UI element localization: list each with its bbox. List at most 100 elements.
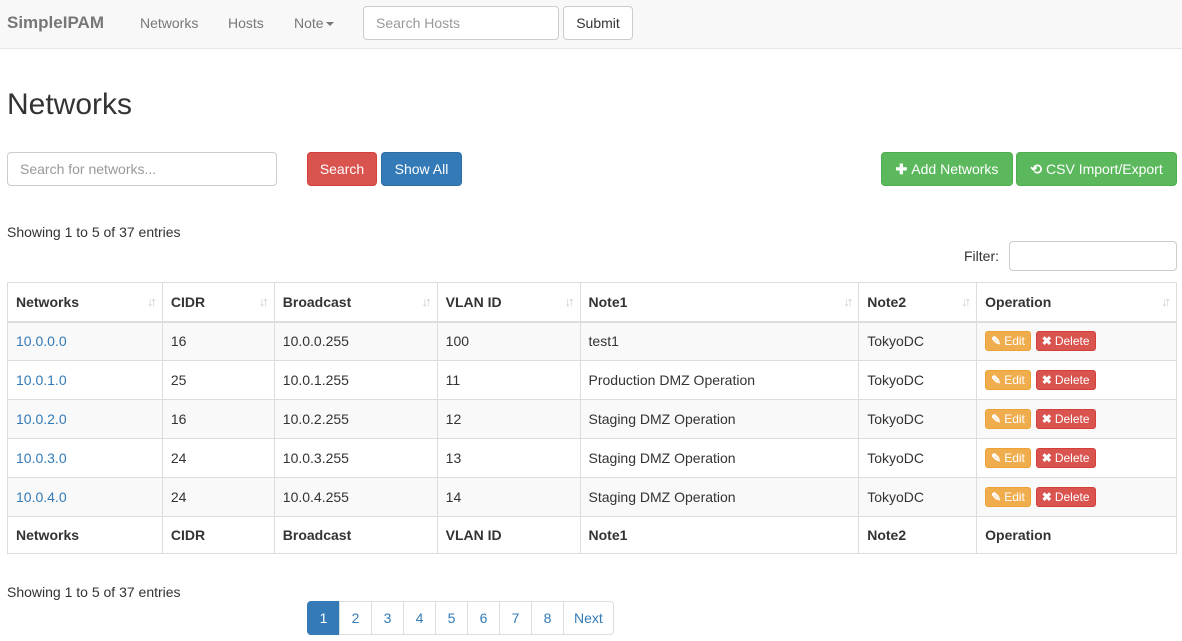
col-footer-networks: Networks — [7, 516, 163, 554]
plus-icon: ✚ — [895, 160, 908, 177]
nav-link-hosts[interactable]: Hosts — [228, 15, 264, 31]
next-page-button[interactable]: Next — [563, 601, 614, 635]
note2-cell: TokyoDC — [858, 360, 978, 400]
col-header-cidr[interactable]: CIDR ↓↑ — [161, 282, 275, 323]
broadcast-cell: 10.0.0.255 — [273, 321, 438, 361]
col-header-networks[interactable]: Networks ↓↑ — [7, 282, 163, 323]
vlan-cell: 100 — [436, 321, 581, 361]
refresh-icon: ⟲ — [1030, 160, 1043, 177]
delete-button[interactable]: ✖ Delete — [1035, 370, 1096, 390]
table-footer-row: Networks CIDR Broadcast VLAN ID Note1 No… — [7, 516, 1177, 554]
show-all-button[interactable]: Show All — [381, 152, 462, 186]
table-row: 10.0.2.0 16 10.0.2.255 12 Staging DMZ Op… — [7, 399, 1177, 439]
note1-cell: test1 — [579, 321, 860, 361]
table-row: 10.0.3.0 24 10.0.3.255 13 Staging DMZ Op… — [7, 438, 1177, 478]
table-row: 10.0.1.0 25 10.0.1.255 11 Production DMZ… — [7, 360, 1177, 400]
network-link[interactable]: 10.0.3.0 — [16, 450, 67, 466]
broadcast-cell: 10.0.1.255 — [273, 360, 438, 400]
csv-import-export-button[interactable]: ⟲ CSV Import/Export — [1016, 152, 1177, 186]
broadcast-cell: 10.0.4.255 — [273, 477, 438, 517]
broadcast-cell: 10.0.3.255 — [273, 438, 438, 478]
note1-cell: Production DMZ Operation — [579, 360, 860, 400]
add-networks-button[interactable]: ✚ Add Networks — [881, 152, 1013, 186]
operation-cell: ✎ Edit ✖ Delete — [976, 360, 1177, 400]
cidr-cell: 16 — [161, 399, 275, 439]
pencil-icon: ✎ — [991, 334, 1002, 349]
x-icon: ✖ — [1041, 334, 1052, 349]
page-1-button[interactable]: 1 — [307, 601, 340, 635]
page-title: Networks — [7, 88, 133, 121]
col-header-note1[interactable]: Note1 ↓↑ — [579, 282, 860, 323]
nav-link-networks[interactable]: Networks — [140, 15, 198, 31]
delete-button[interactable]: ✖ Delete — [1035, 448, 1096, 468]
col-header-operation[interactable]: Operation ↓↑ — [976, 282, 1177, 323]
pencil-icon: ✎ — [991, 412, 1002, 426]
caret-down-icon — [325, 22, 334, 27]
filter-input[interactable] — [1009, 241, 1177, 271]
delete-button[interactable]: ✖ Delete — [1035, 331, 1096, 352]
network-link[interactable]: 10.0.0.0 — [16, 333, 67, 349]
sort-icon: ↓↑ — [843, 294, 853, 309]
pencil-icon: ✎ — [991, 373, 1002, 387]
delete-button[interactable]: ✖ Delete — [1035, 487, 1096, 507]
edit-button[interactable]: ✎ Edit — [985, 370, 1031, 390]
edit-button[interactable]: ✎ Edit — [985, 409, 1031, 429]
submit-button[interactable]: Submit — [563, 6, 633, 40]
page-6-button[interactable]: 6 — [467, 601, 500, 635]
brand-logo[interactable]: SimpleIPAM — [7, 13, 104, 33]
x-icon: ✖ — [1041, 412, 1052, 426]
cidr-cell: 16 — [161, 321, 275, 361]
sort-icon: ↓↑ — [961, 294, 971, 309]
col-header-note2[interactable]: Note2 ↓↑ — [858, 282, 978, 323]
page-4-button[interactable]: 4 — [403, 601, 436, 635]
navbar: SimpleIPAM Networks Hosts Note Submit — [0, 0, 1182, 49]
cidr-cell: 25 — [161, 360, 275, 400]
entries-info-bottom: Showing 1 to 5 of 37 entries — [7, 584, 181, 600]
sort-icon: ↓↑ — [146, 294, 157, 309]
pagination: 1 2 3 4 5 6 7 8 Next — [307, 601, 614, 635]
sort-icon: ↓↑ — [564, 294, 575, 309]
page-5-button[interactable]: 5 — [435, 601, 468, 635]
vlan-cell: 13 — [436, 438, 581, 478]
broadcast-cell: 10.0.2.255 — [273, 399, 438, 439]
network-link[interactable]: 10.0.1.0 — [16, 372, 67, 388]
col-footer-note1: Note1 — [579, 516, 860, 554]
nav-note-label: Note — [294, 15, 324, 31]
col-footer-cidr: CIDR — [161, 516, 275, 554]
note1-cell: Staging DMZ Operation — [579, 477, 860, 517]
table-row: 10.0.0.0 16 10.0.0.255 100 test1 TokyoDC… — [7, 321, 1177, 361]
search-button[interactable]: Search — [307, 152, 377, 186]
x-icon: ✖ — [1041, 490, 1052, 504]
sort-icon: ↓↑ — [421, 294, 432, 309]
note2-cell: TokyoDC — [858, 438, 978, 478]
edit-button[interactable]: ✎ Edit — [985, 331, 1031, 352]
delete-button[interactable]: ✖ Delete — [1035, 409, 1096, 429]
networks-table: Networks ↓↑ CIDR ↓↑ Broadcast ↓↑ VLAN ID ↓↑ … — [7, 282, 1177, 554]
page-2-button[interactable]: 2 — [339, 601, 372, 635]
page-7-button[interactable]: 7 — [499, 601, 532, 635]
col-header-broadcast[interactable]: Broadcast ↓↑ — [273, 282, 438, 323]
page-3-button[interactable]: 3 — [371, 601, 404, 635]
sort-icon: ↓↑ — [1161, 294, 1171, 309]
col-footer-note2: Note2 — [858, 516, 978, 554]
host-search-input[interactable] — [363, 6, 559, 40]
col-header-vlan[interactable]: VLAN ID ↓↑ — [436, 282, 581, 323]
x-icon: ✖ — [1041, 373, 1052, 387]
network-search-input[interactable] — [7, 152, 277, 186]
filter-label: Filter: — [964, 248, 999, 264]
nav-dropdown-note[interactable]: Note — [294, 15, 334, 31]
edit-button[interactable]: ✎ Edit — [985, 448, 1031, 468]
sort-icon: ↓↑ — [258, 294, 269, 309]
note2-cell: TokyoDC — [858, 321, 978, 361]
col-footer-operation: Operation — [976, 516, 1177, 554]
network-link[interactable]: 10.0.2.0 — [16, 411, 67, 427]
col-footer-vlan: VLAN ID — [436, 516, 581, 554]
add-networks-label: Add Networks — [911, 161, 999, 177]
network-link[interactable]: 10.0.4.0 — [16, 489, 67, 505]
page-8-button[interactable]: 8 — [531, 601, 564, 635]
vlan-cell: 11 — [436, 360, 581, 400]
vlan-cell: 14 — [436, 477, 581, 517]
pencil-icon: ✎ — [991, 451, 1002, 465]
edit-button[interactable]: ✎ Edit — [985, 487, 1031, 507]
operation-cell: ✎ Edit ✖ Delete — [976, 399, 1177, 439]
